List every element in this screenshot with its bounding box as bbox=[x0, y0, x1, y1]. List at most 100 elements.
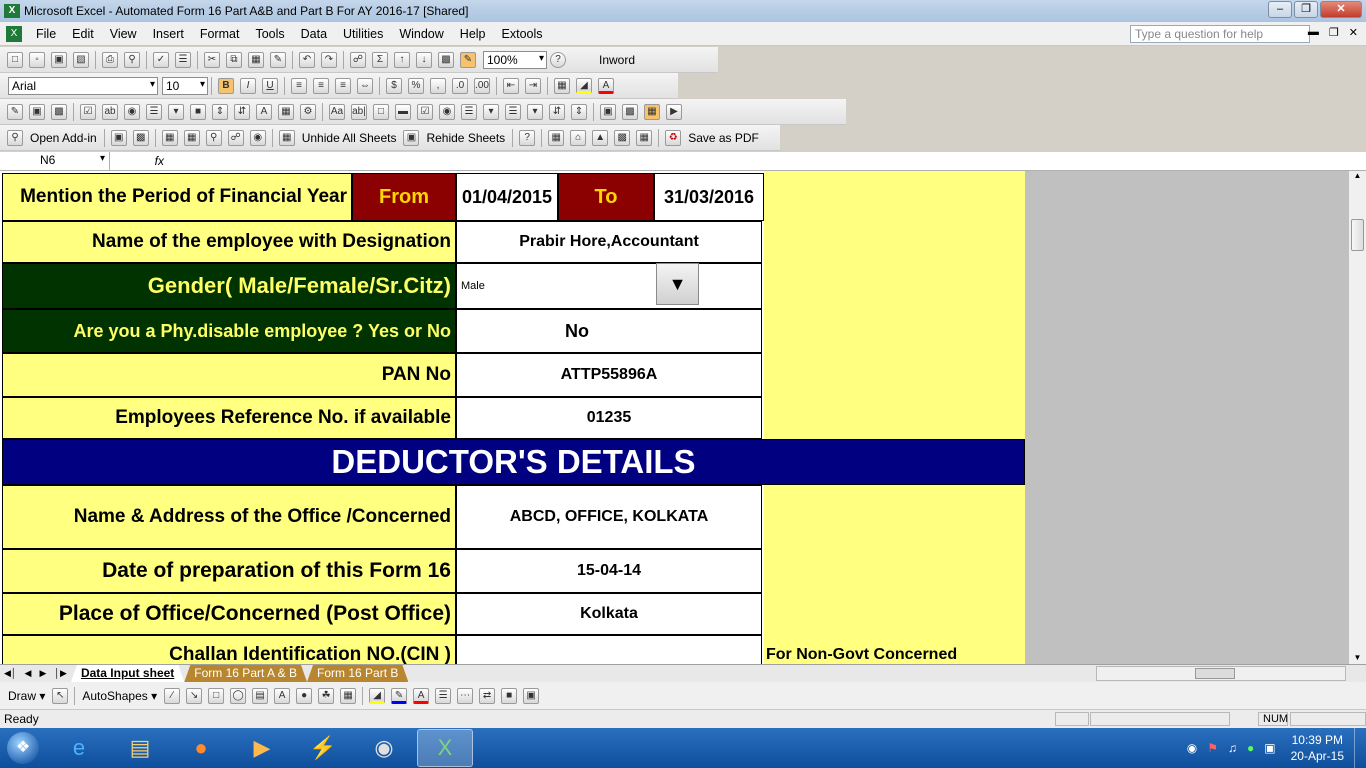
combo-box-icon[interactable]: ▾ bbox=[483, 103, 499, 120]
show-desktop-button[interactable] bbox=[1354, 728, 1366, 768]
doc-close-icon[interactable]: ✕ bbox=[1349, 26, 1358, 39]
unhide-sheets-icon[interactable]: ▦ bbox=[278, 129, 295, 146]
save-as-pdf-button[interactable]: Save as PDF bbox=[684, 131, 763, 145]
draw-fill-color-icon[interactable]: ◢ bbox=[369, 687, 386, 704]
employee-cell[interactable]: Prabir Hore,Accountant bbox=[456, 221, 762, 263]
increase-indent-icon[interactable]: ⇥ bbox=[525, 77, 541, 94]
media-player-icon[interactable]: ▶ bbox=[234, 729, 290, 767]
increase-decimal-icon[interactable]: .0 bbox=[452, 77, 468, 94]
listbox-control-icon[interactable]: ☰ bbox=[146, 103, 162, 120]
ref-cell[interactable]: 01235 bbox=[456, 397, 762, 439]
button-icon[interactable]: ▬ bbox=[395, 103, 411, 120]
list-box-icon[interactable]: ☰ bbox=[461, 103, 477, 120]
excel-taskbar-icon[interactable]: X bbox=[417, 729, 473, 767]
sort-desc-icon[interactable]: ↓ bbox=[416, 51, 432, 68]
explorer-icon[interactable]: ▤ bbox=[112, 729, 168, 767]
start-button[interactable]: ❖ bbox=[0, 728, 46, 768]
align-left-icon[interactable]: ≡ bbox=[291, 77, 307, 94]
3d-icon[interactable]: ▣ bbox=[523, 687, 540, 704]
font-select[interactable]: Arial bbox=[8, 76, 158, 95]
dropdown-arrow-icon[interactable]: ▼ bbox=[656, 263, 699, 305]
volume-tray-icon[interactable]: ♫ bbox=[1228, 741, 1237, 755]
bulb-icon[interactable]: ? bbox=[519, 129, 536, 146]
autosum-icon[interactable]: Σ bbox=[372, 51, 388, 68]
group-box-icon[interactable]: □ bbox=[373, 103, 389, 120]
option-control-icon[interactable]: ◉ bbox=[124, 103, 140, 120]
arrow-style-icon[interactable]: ⇄ bbox=[479, 687, 496, 704]
menu-view[interactable]: View bbox=[102, 27, 145, 41]
italic-icon[interactable]: I bbox=[240, 77, 256, 94]
fx-label[interactable]: fx bbox=[110, 154, 170, 168]
pdf-icon[interactable]: ♻ bbox=[665, 129, 682, 146]
addin-tool2-icon[interactable]: ▩ bbox=[132, 129, 149, 146]
lock-icon[interactable]: ◉ bbox=[249, 129, 266, 146]
print-icon[interactable]: ⎙ bbox=[102, 51, 118, 68]
first-sheet-icon[interactable]: ◀│ bbox=[0, 668, 21, 679]
to-date-cell[interactable]: 31/03/2016 bbox=[654, 173, 764, 221]
inword-button[interactable]: Inword bbox=[595, 53, 639, 67]
close-button[interactable]: ✕ bbox=[1320, 1, 1362, 18]
label-icon[interactable]: Aa bbox=[329, 103, 345, 120]
flag-tray-icon[interactable]: ⚑ bbox=[1207, 741, 1218, 755]
edit-box-icon[interactable]: ab| bbox=[351, 103, 367, 120]
menu-edit[interactable]: Edit bbox=[64, 27, 102, 41]
open-icon[interactable]: ◦ bbox=[29, 51, 45, 68]
save-icon[interactable]: ▣ bbox=[51, 51, 67, 68]
comma-icon[interactable]: , bbox=[430, 77, 446, 94]
unhide-all-sheets-button[interactable]: Unhide All Sheets bbox=[298, 131, 401, 145]
help-search-input[interactable]: Type a question for help bbox=[1130, 25, 1310, 43]
zoom-select[interactable]: 100% bbox=[483, 50, 547, 69]
menu-utilities[interactable]: Utilities bbox=[335, 27, 391, 41]
menu-help[interactable]: Help bbox=[452, 27, 494, 41]
monitor-tray-icon[interactable]: ▣ bbox=[1264, 741, 1275, 755]
challan-cell[interactable] bbox=[456, 635, 762, 664]
oval-icon[interactable]: ◯ bbox=[230, 687, 247, 704]
excel-doc-icon[interactable]: X bbox=[6, 25, 22, 42]
date-cell[interactable]: 15-04-14 bbox=[456, 549, 762, 593]
spinner-icon[interactable]: ⇕ bbox=[571, 103, 587, 120]
toggle-grid-icon[interactable]: ▦ bbox=[644, 103, 660, 120]
tab-form16-part-b[interactable]: Form 16 Part B bbox=[307, 665, 408, 682]
undo-icon[interactable]: ↶ bbox=[299, 51, 315, 68]
diagram-icon[interactable]: ● bbox=[296, 687, 313, 704]
dash-style-icon[interactable]: ⋯ bbox=[457, 687, 474, 704]
shadow-icon[interactable]: ■ bbox=[501, 687, 518, 704]
sort-asc-icon[interactable]: ↑ bbox=[394, 51, 410, 68]
option-button-icon[interactable]: ◉ bbox=[439, 103, 455, 120]
view-code-icon[interactable]: ▩ bbox=[51, 103, 67, 120]
next-sheet-icon[interactable]: ▶ bbox=[35, 668, 50, 679]
merge-center-icon[interactable]: ⇔ bbox=[357, 77, 373, 94]
new-icon[interactable]: □ bbox=[7, 51, 23, 68]
office-cell[interactable]: ABCD, OFFICE, KOLKATA bbox=[456, 485, 762, 549]
pan-cell[interactable]: ATTP55896A bbox=[456, 353, 762, 397]
menu-insert[interactable]: Insert bbox=[145, 27, 192, 41]
gender-dropdown[interactable]: Male bbox=[456, 263, 762, 309]
spinner-control-icon[interactable]: ⇕ bbox=[212, 103, 228, 120]
menu-format[interactable]: Format bbox=[192, 27, 248, 41]
addin-tool5-icon[interactable]: ⚲ bbox=[205, 129, 222, 146]
line-color-icon[interactable]: ✎ bbox=[391, 687, 408, 704]
percent-icon[interactable]: % bbox=[408, 77, 424, 94]
fill-color-icon[interactable]: ◢ bbox=[576, 77, 592, 94]
autoshapes-button[interactable]: AutoShapes ▾ bbox=[78, 689, 161, 703]
line-icon[interactable]: ∕ bbox=[164, 687, 181, 704]
drawing-icon[interactable]: ✎ bbox=[460, 51, 476, 68]
chart-wizard-icon[interactable]: ▩ bbox=[438, 51, 454, 68]
open-addin-icon[interactable]: ⚲ bbox=[7, 129, 23, 146]
rectangle-icon[interactable]: □ bbox=[208, 687, 225, 704]
chrome-icon[interactable]: ◉ bbox=[356, 729, 412, 767]
picture-icon[interactable]: ▦ bbox=[340, 687, 357, 704]
ie-icon[interactable]: e bbox=[51, 729, 107, 767]
line-style-icon[interactable]: ☰ bbox=[435, 687, 452, 704]
arrow-icon[interactable]: ↘ bbox=[186, 687, 203, 704]
label-control-icon[interactable]: A bbox=[256, 103, 272, 120]
toggle-control-icon[interactable]: ■ bbox=[190, 103, 206, 120]
clipart-icon[interactable]: ☘ bbox=[318, 687, 335, 704]
align-center-icon[interactable]: ≡ bbox=[313, 77, 329, 94]
export-icon[interactable]: ▲ bbox=[592, 129, 609, 146]
from-date-cell[interactable]: 01/04/2015 bbox=[456, 173, 558, 221]
horizontal-scrollbar[interactable] bbox=[1096, 666, 1346, 681]
last-sheet-icon[interactable]: │▶ bbox=[50, 668, 71, 679]
edit-code-icon[interactable]: ▩ bbox=[622, 103, 638, 120]
more-controls-icon[interactable]: ⚙ bbox=[300, 103, 316, 120]
